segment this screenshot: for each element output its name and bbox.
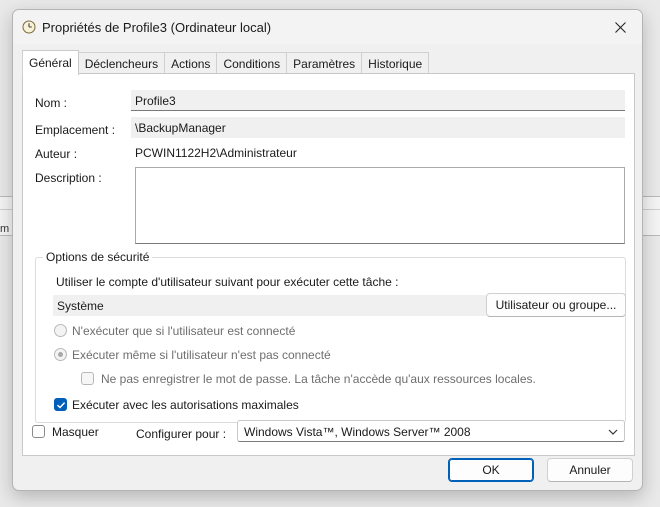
properties-dialog: Propriétés de Profile3 (Ordinateur local… <box>12 9 643 491</box>
background-partial-text: m <box>0 223 10 235</box>
cancel-button[interactable]: Annuler <box>547 458 633 482</box>
location-value: \BackupManager <box>135 121 226 135</box>
no-store-password-checkbox[interactable] <box>81 372 94 385</box>
chevron-down-icon <box>608 429 618 435</box>
author-label: Auteur : <box>35 147 78 161</box>
hidden-label: Masquer <box>52 425 99 439</box>
account-field: Système <box>53 295 486 316</box>
configure-for-select[interactable]: Windows Vista™, Windows Server™ 2008 <box>237 420 625 442</box>
name-field[interactable]: Profile3 <box>131 90 625 111</box>
author-value: PCWIN1122H2\Administrateur <box>135 146 297 160</box>
description-textarea[interactable] <box>135 167 625 244</box>
radio-run-logged-on-label: N'exécuter que si l'utilisateur est conn… <box>72 324 296 338</box>
radio-run-not-logged-on[interactable] <box>54 348 67 361</box>
description-label: Description : <box>35 171 102 185</box>
hidden-checkbox[interactable] <box>32 425 45 438</box>
checkmark-icon <box>56 401 65 409</box>
location-label: Emplacement : <box>35 123 116 137</box>
radio-run-not-logged-on-label: Exécuter même si l'utilisateur n'est pas… <box>72 348 331 362</box>
name-label: Nom : <box>35 96 68 110</box>
security-options-group: Options de sécurité Utiliser le compte d… <box>35 250 626 423</box>
tab-triggers[interactable]: Déclencheurs <box>78 52 166 74</box>
ok-button[interactable]: OK <box>448 458 534 482</box>
tab-history[interactable]: Historique <box>362 52 430 74</box>
tab-strip: Général Déclencheurs Actions Conditions … <box>22 50 430 75</box>
close-icon <box>614 21 626 33</box>
close-button[interactable] <box>598 10 642 44</box>
radio-run-logged-on[interactable] <box>54 324 67 337</box>
security-group-title: Options de sécurité <box>43 250 153 264</box>
change-user-button[interactable]: Utilisateur ou groupe... <box>486 293 626 317</box>
account-prompt: Utiliser le compte d'utilisateur suivant… <box>56 275 399 289</box>
highest-privileges-checkbox[interactable] <box>54 398 67 411</box>
title-bar: Propriétés de Profile3 (Ordinateur local… <box>13 10 642 44</box>
highest-privileges-label: Exécuter avec les autorisations maximale… <box>72 398 299 412</box>
tab-conditions[interactable]: Conditions <box>217 52 288 74</box>
configure-for-value: Windows Vista™, Windows Server™ 2008 <box>244 425 471 439</box>
account-value: Système <box>57 299 104 313</box>
window-title: Propriétés de Profile3 (Ordinateur local… <box>42 20 272 35</box>
no-store-password-label: Ne pas enregistrer le mot de passe. La t… <box>101 372 536 386</box>
configure-for-label: Configurer pour : <box>136 427 227 441</box>
clock-icon <box>22 20 36 34</box>
name-value: Profile3 <box>135 94 176 108</box>
tab-actions[interactable]: Actions <box>165 52 218 74</box>
general-tab-panel: Nom : Profile3 Emplacement : \BackupMana… <box>22 73 635 456</box>
tab-settings[interactable]: Paramètres <box>287 52 363 74</box>
tab-general[interactable]: Général <box>22 50 79 75</box>
location-field: \BackupManager <box>131 117 625 138</box>
author-field: PCWIN1122H2\Administrateur <box>131 142 625 163</box>
